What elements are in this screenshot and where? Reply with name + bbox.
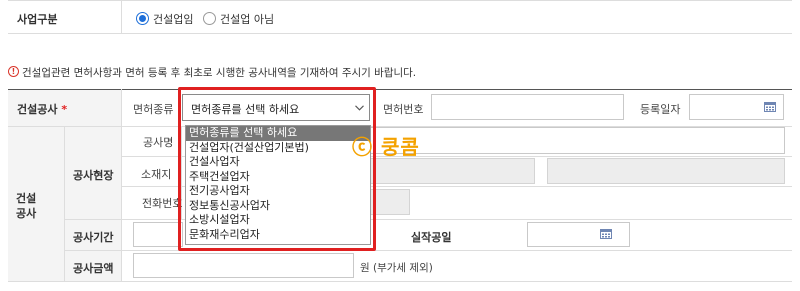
divider [64,126,65,282]
period-label: 공사기간 [73,231,114,244]
required-mark: * [61,103,68,116]
license-number-input[interactable] [431,94,624,120]
site-name-label: 공사명 [143,136,174,149]
radio-label-construction-no[interactable]: 건설업 아님 [220,11,274,27]
construction-group-label: 건설 공사 [16,192,37,220]
license-type-label: 면허종류 [133,103,174,116]
site-label: 공사현장 [73,169,114,182]
construction-label: 건설공사 * [17,103,68,116]
divider [8,281,792,282]
completion-date-label: 실작공일 [411,231,452,244]
highlight-box [178,87,376,251]
divider [121,89,122,282]
license-number-label: 면허번호 [383,103,424,116]
radio-label-construction-yes[interactable]: 건설업임 [153,11,193,27]
radio-construction-yes[interactable] [136,12,149,25]
radio-construction-no[interactable] [203,12,216,25]
site-address-input [370,158,535,184]
divider [64,250,792,251]
site-phone-label: 전화번호 [142,197,183,210]
business-type-label: 사업구분 [17,13,58,26]
divider [8,0,792,1]
divider [8,33,792,34]
registration-date-input[interactable] [689,94,784,120]
label-cell-bg [64,126,121,282]
amount-unit-text: 원 (부가세 제외) [360,262,433,274]
radio-dot [139,15,146,22]
completion-date-input[interactable] [527,222,630,247]
amount-input[interactable] [133,253,354,278]
divider [121,0,122,33]
watermark: ⓒ 쿵콤 [352,135,420,159]
registration-date-label: 등록일자 [640,103,681,116]
calendar-icon[interactable] [764,101,776,112]
calendar-icon[interactable] [600,228,612,239]
site-address-label: 소재지 [141,168,172,181]
table-top-border [8,89,792,90]
site-address-detail-input [547,158,785,184]
site-phone-input [370,189,410,215]
warning-icon: ! [8,66,19,77]
amount-label: 공사금액 [73,262,114,275]
period-start-input[interactable] [133,222,183,247]
site-name-input[interactable] [370,127,785,154]
divider [64,219,792,220]
notice-text: 건설업관련 면허사항과 면허 등록 후 최초로 시행한 공사내역을 기재하여 주… [22,67,417,79]
